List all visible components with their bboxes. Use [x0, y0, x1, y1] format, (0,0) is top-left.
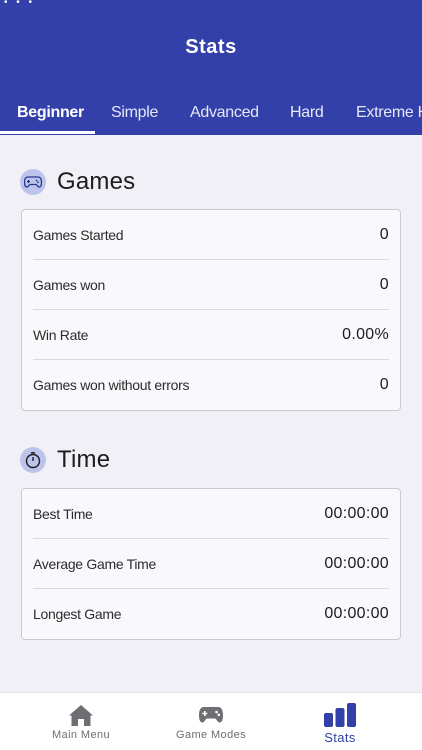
active-tab-indicator [0, 131, 95, 134]
stat-row-best-time: Best Time 00:00:00 [33, 489, 389, 539]
stat-label: Games Started [33, 226, 124, 243]
tab-advanced[interactable]: Advanced [190, 92, 259, 135]
stat-label: Best Time [33, 505, 93, 522]
stat-label: Longest Game [33, 606, 122, 622]
stat-value: 0 [379, 275, 389, 293]
stat-value: 0 [379, 376, 389, 393]
stat-value: 00:00:00 [324, 554, 389, 572]
tab-extreme[interactable]: Extreme Ha [356, 92, 422, 135]
stat-row-games-won: Games won 0 [33, 260, 389, 310]
difficulty-tabs: Beginner Simple Advanced Hard Extreme Ha [0, 92, 422, 135]
stat-row-longest-game: Longest Game 00:00:00 [33, 589, 389, 639]
gamepad-icon [20, 169, 46, 195]
app-header: • • • Stats Beginner Simple Advanced Har… [0, 0, 422, 135]
stat-label: Games won [33, 276, 105, 293]
games-section-header: Games [20, 168, 135, 196]
tab-beginner[interactable]: Beginner [17, 92, 84, 135]
stat-row-games-won-without-errors: Games won without errors 0 [33, 360, 389, 410]
time-stats-card: Best Time 00:00:00 Average Game Time 00:… [21, 488, 401, 640]
stat-label: Average Game Time [33, 555, 157, 572]
bottom-navigation: Main Menu Game Modes Stats [0, 692, 422, 750]
tab-hard[interactable]: Hard [290, 92, 324, 135]
stat-value: 0.00% [342, 325, 389, 343]
stat-label: Games won without errors [33, 377, 190, 393]
stat-row-average-game-time: Average Game Time 00:00:00 [33, 539, 389, 589]
time-section-header: Time [20, 446, 110, 474]
time-section-title: Time [57, 446, 111, 473]
stat-row-win-rate: Win Rate 0.00% [33, 310, 389, 360]
page-title: Stats [185, 36, 237, 58]
stat-value: 00:00:00 [324, 504, 389, 522]
nav-game-modes[interactable]: Game Modes [146, 693, 276, 750]
stat-value: 0 [379, 225, 389, 243]
stat-row-games-started: Games Started 0 [33, 210, 389, 260]
stopwatch-icon [20, 447, 46, 473]
home-icon [68, 703, 94, 727]
tab-simple[interactable]: Simple [111, 92, 158, 135]
nav-stats[interactable]: Stats [275, 693, 405, 750]
nav-label: Game Modes [175, 729, 247, 741]
nav-label: Stats [324, 730, 356, 745]
bar-chart-icon [323, 703, 357, 727]
games-stats-card: Games Started 0 Games won 0 Win Rate 0.0… [21, 209, 401, 411]
nav-main-menu[interactable]: Main Menu [16, 693, 146, 750]
stat-label: Win Rate [33, 326, 89, 343]
status-bar-dots: • • • [4, 0, 36, 8]
stat-value: 00:00:00 [324, 605, 389, 622]
games-section-title: Games [57, 168, 136, 195]
gamepad-icon [198, 703, 224, 727]
nav-label: Main Menu [51, 729, 110, 741]
